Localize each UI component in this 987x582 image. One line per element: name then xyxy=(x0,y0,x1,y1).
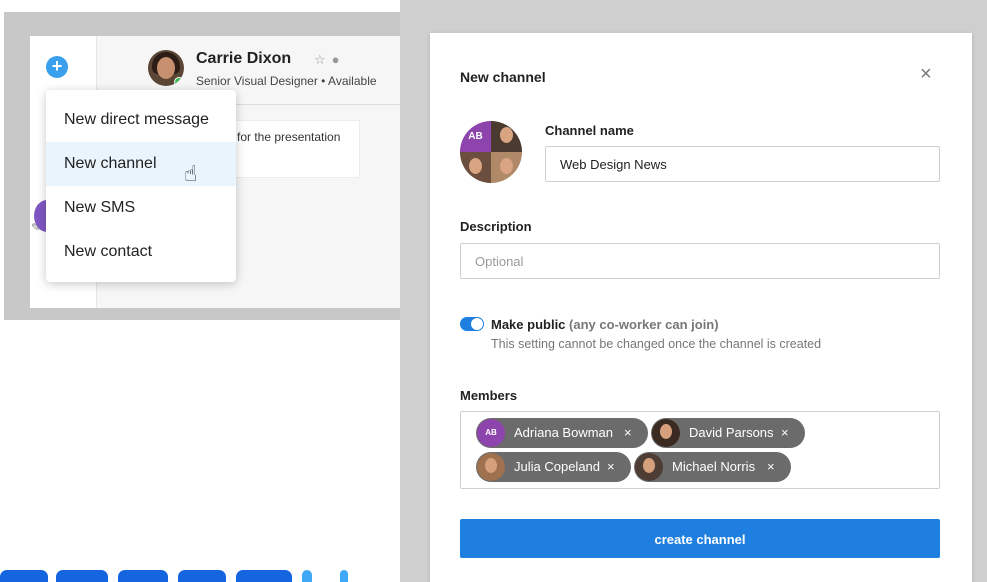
plus-icon[interactable]: + xyxy=(46,56,68,78)
dialog-title: New channel xyxy=(460,69,546,85)
hand-cursor-icon: ☝ xyxy=(184,161,198,186)
description-input[interactable] xyxy=(460,243,940,279)
new-item-dropdown: New direct message New channel ☝ New SMS… xyxy=(46,90,236,282)
contact-subtitle: Senior Visual Designer • Available xyxy=(196,74,377,88)
make-public-help: This setting cannot be changed once the … xyxy=(491,337,822,351)
close-icon[interactable]: × xyxy=(920,63,932,86)
menu-item-new-sms[interactable]: New SMS xyxy=(46,186,236,230)
avatar xyxy=(635,453,663,481)
status-dot-icon xyxy=(174,77,184,86)
header-icons: ☆● xyxy=(314,52,346,68)
message-preview: for the presentation xyxy=(228,120,360,178)
description-label: Description xyxy=(460,219,532,234)
member-chip: Michael Norris × xyxy=(634,452,791,482)
app-window: + ✎ Carrie Dixon ☆● Senior Visual Design… xyxy=(30,36,412,308)
remove-member-icon[interactable]: × xyxy=(607,452,615,482)
members-label: Members xyxy=(460,388,518,403)
menu-item-label: New channel xyxy=(64,155,157,172)
mute-icon: ✎ xyxy=(31,222,41,234)
contact-name: Carrie Dixon xyxy=(196,50,292,67)
avatar-initials: AB xyxy=(460,121,491,152)
channel-name-input[interactable] xyxy=(545,146,940,182)
member-chip: David Parsons × xyxy=(651,418,805,448)
remove-member-icon[interactable]: × xyxy=(767,452,775,482)
avatar: AB xyxy=(477,419,505,447)
chat-bubble-icon[interactable]: ● xyxy=(332,52,346,67)
make-public-label: Make public (any co-worker can join) xyxy=(491,317,719,332)
members-input[interactable]: AB Adriana Bowman × David Parsons × Juli… xyxy=(460,411,940,489)
logo-fragment xyxy=(0,566,360,582)
menu-item-new-contact[interactable]: New contact xyxy=(46,230,236,274)
make-public-toggle[interactable] xyxy=(460,317,484,331)
avatar xyxy=(652,419,680,447)
app-screenshot-frame: + ✎ Carrie Dixon ☆● Senior Visual Design… xyxy=(4,12,431,320)
member-chip: AB Adriana Bowman × xyxy=(476,418,648,448)
star-icon[interactable]: ☆ xyxy=(314,52,332,67)
menu-item-new-channel[interactable]: New channel ☝ xyxy=(46,142,236,186)
new-channel-dialog: New channel × AB Channel name Descriptio… xyxy=(430,33,972,582)
member-chip: Julia Copeland × xyxy=(476,452,631,482)
contact-avatar[interactable] xyxy=(148,50,184,86)
channel-avatar[interactable]: AB xyxy=(460,121,522,183)
menu-item-new-direct-message[interactable]: New direct message xyxy=(46,98,236,142)
modal-backdrop: New channel × AB Channel name Descriptio… xyxy=(400,0,987,582)
create-channel-button[interactable]: create channel xyxy=(460,519,940,558)
channel-name-label: Channel name xyxy=(545,123,634,138)
remove-member-icon[interactable]: × xyxy=(624,418,632,448)
remove-member-icon[interactable]: × xyxy=(781,418,789,448)
avatar xyxy=(477,453,505,481)
